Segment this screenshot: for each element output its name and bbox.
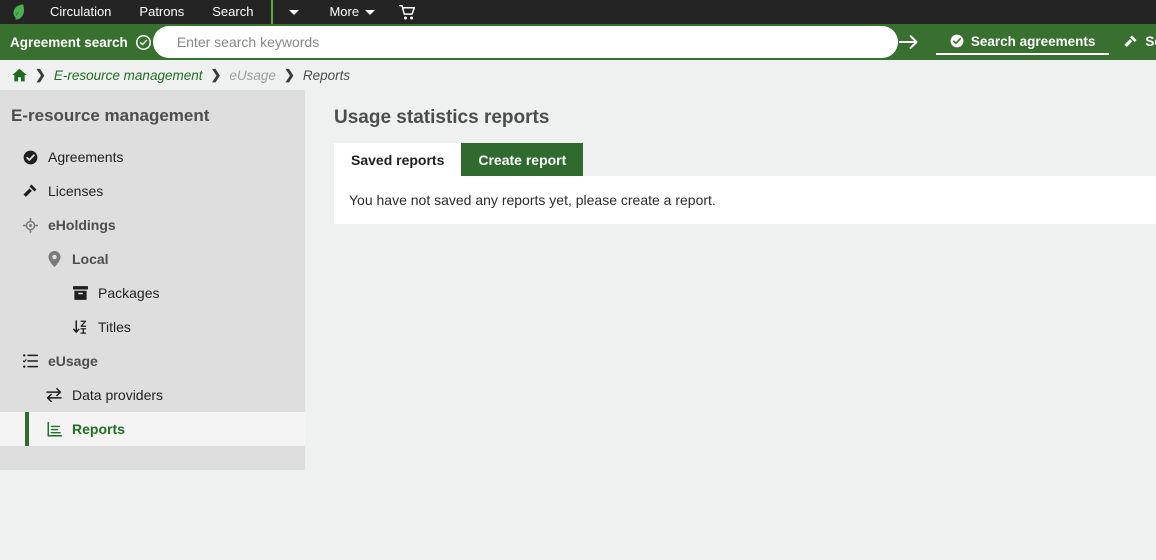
tab-saved-reports-label: Saved reports (351, 152, 444, 168)
sidebar-item-data-providers-label: Data providers (72, 387, 163, 403)
sidebar-item-agreements[interactable]: Agreements (0, 140, 305, 174)
search-scope-selector[interactable]: Agreement search (0, 24, 167, 60)
breadcrumb-item-e-resource-management[interactable]: E-resource management (54, 68, 203, 83)
nav-item-search[interactable]: Search (198, 0, 267, 24)
chevron-down-icon (365, 10, 375, 15)
sidebar-item-data-providers[interactable]: Data providers (0, 378, 305, 412)
sidebar-item-reports[interactable]: Reports (0, 412, 305, 446)
folio-leaf-logo[interactable] (0, 0, 36, 24)
search-agreements-label: Search agreements (971, 34, 1096, 49)
sidebar-navigation: E-resource management Agreements License… (0, 90, 305, 470)
search-licenses-link[interactable]: Search licenses (1109, 29, 1156, 55)
sidebar-item-titles[interactable]: Titles (0, 310, 305, 344)
sidebar-item-licenses[interactable]: Licenses (0, 174, 305, 208)
search-licenses-label: Search licenses (1145, 34, 1156, 49)
nav-item-search-label: Search (212, 0, 253, 24)
search-agreements-link[interactable]: Search agreements (936, 29, 1110, 55)
sort-alpha-icon (72, 320, 88, 335)
sidebar-item-eholdings[interactable]: eHoldings (0, 208, 305, 242)
search-scope-label: Agreement search (10, 35, 128, 50)
sidebar-item-licenses-label: Licenses (48, 183, 103, 199)
nav-item-patrons[interactable]: Patrons (125, 0, 198, 24)
tab-create-report[interactable]: Create report (461, 143, 583, 176)
empty-state-message: You have not saved any reports yet, plea… (349, 192, 716, 208)
search-shortcut-links: Search agreements Search licenses (930, 24, 1156, 60)
gavel-icon (1123, 34, 1138, 49)
breadcrumb-item-reports: Reports (303, 68, 350, 83)
page-body: E-resource management Agreements License… (0, 90, 1156, 560)
nav-dropdown-toggle[interactable] (273, 0, 315, 24)
sidebar-item-eusage[interactable]: eUsage (0, 344, 305, 378)
check-circle-icon (136, 35, 151, 50)
page-title: Usage statistics reports (334, 107, 1156, 129)
sidebar-item-reports-label: Reports (72, 421, 125, 437)
nav-item-more[interactable]: More (315, 0, 389, 24)
check-circle-icon (22, 150, 38, 165)
sidebar-item-titles-label: Titles (98, 319, 131, 335)
breadcrumb: ❯ E-resource management ❯ eUsage ❯ Repor… (0, 60, 1156, 90)
chevron-down-icon (289, 10, 299, 15)
sidebar-item-local[interactable]: Local (0, 242, 305, 276)
shopping-cart-icon[interactable] (389, 0, 426, 24)
sidebar-item-agreements-label: Agreements (48, 149, 123, 165)
saved-reports-panel: You have not saved any reports yet, plea… (334, 176, 1156, 224)
tab-saved-reports[interactable]: Saved reports (334, 143, 461, 176)
exchange-arrows-icon (46, 388, 62, 402)
breadcrumb-item-eusage[interactable]: eUsage (229, 68, 276, 83)
nav-item-circulation[interactable]: Circulation (36, 0, 125, 24)
search-input-container (153, 26, 898, 58)
sidebar-item-packages-label: Packages (98, 285, 159, 301)
breadcrumb-separator: ❯ (35, 67, 46, 83)
crosshair-icon (22, 218, 38, 233)
nav-item-more-label: More (329, 0, 359, 24)
archive-box-icon (72, 286, 88, 300)
home-icon[interactable] (12, 68, 27, 82)
report-tabs: Saved reports Create report (334, 143, 1156, 176)
nav-item-circulation-label: Circulation (50, 0, 111, 24)
gavel-icon (22, 183, 38, 199)
main-content: Usage statistics reports Saved reports C… (305, 90, 1156, 224)
top-navigation-bar: Circulation Patrons Search More (0, 0, 1156, 24)
breadcrumb-separator: ❯ (210, 67, 221, 83)
tasks-list-icon (22, 354, 38, 368)
sidebar-item-eholdings-label: eHoldings (48, 217, 116, 233)
bar-chart-icon (46, 422, 62, 437)
sidebar-item-packages[interactable]: Packages (0, 276, 305, 310)
check-circle-icon (950, 34, 964, 48)
search-input[interactable] (177, 34, 898, 50)
global-search-bar: Agreement search Search agreements (0, 24, 1156, 60)
sidebar-item-local-label: Local (72, 251, 109, 267)
map-pin-icon (46, 251, 62, 267)
sidebar-title: E-resource management (0, 102, 305, 140)
nav-item-patrons-label: Patrons (139, 0, 184, 24)
sidebar-item-eusage-label: eUsage (48, 353, 98, 369)
breadcrumb-separator: ❯ (284, 67, 295, 83)
tab-create-report-label: Create report (478, 152, 566, 168)
